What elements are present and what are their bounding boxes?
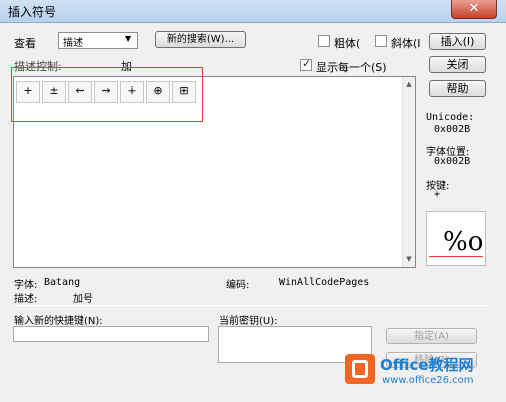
- close-window-button[interactable]: ✕: [451, 0, 497, 19]
- new-search-button[interactable]: 新的搜索(W)...: [155, 31, 246, 48]
- view-label: 查看: [14, 37, 36, 50]
- current-key-label: 当前密钥(U):: [219, 316, 278, 327]
- bold-label: 粗体(: [334, 37, 361, 50]
- encoding-label: 编码:: [226, 280, 250, 291]
- desc-label: 描述:: [14, 294, 38, 305]
- watermark-brand: Office教程网: [380, 356, 474, 374]
- scroll-down-icon[interactable]: ▼: [403, 255, 415, 263]
- title-bar: 插入符号 ✕: [0, 0, 506, 23]
- desc-value: 加号: [73, 294, 93, 305]
- office-logo-mark: [352, 360, 368, 378]
- symbol-preview: %o: [426, 211, 486, 266]
- view-select[interactable]: 描述 ▼: [58, 32, 138, 49]
- unicode-label: Unicode:: [426, 112, 475, 123]
- insert-button[interactable]: 插入(I): [429, 33, 486, 50]
- unicode-value: 0x002B: [434, 124, 471, 135]
- symbol-grid-scrollbar[interactable]: ▲ ▼: [402, 77, 415, 267]
- font-position-value: 0x002B: [434, 156, 471, 167]
- italic-checkbox[interactable]: [375, 35, 387, 47]
- preview-glyph: %o: [443, 227, 484, 257]
- bold-checkbox[interactable]: [318, 35, 330, 47]
- preview-baseline: [429, 256, 483, 257]
- watermark-logo: Office教程网 www.office26.com: [345, 352, 505, 398]
- assign-button[interactable]: 指定(A): [386, 328, 477, 344]
- chevron-down-icon: ▼: [125, 34, 132, 43]
- office-logo-icon: [345, 354, 375, 384]
- new-shortcut-label: 输入新的快捷键(N):: [14, 316, 103, 327]
- italic-label: 斜体(I: [391, 37, 421, 50]
- font-value: Batang: [44, 277, 81, 288]
- close-button[interactable]: 关闭: [429, 56, 486, 73]
- encoding-value: WinAllCodePages: [279, 277, 370, 288]
- font-label: 字体:: [14, 280, 38, 291]
- key-value: +: [434, 189, 441, 200]
- scroll-up-icon[interactable]: ▲: [403, 80, 415, 88]
- divider: [13, 305, 487, 306]
- window-title: 插入符号: [8, 5, 57, 19]
- show-each-label: 显示每一个(S): [316, 61, 387, 74]
- show-each-checkbox[interactable]: [300, 57, 312, 71]
- new-shortcut-input[interactable]: [13, 326, 209, 342]
- view-select-value: 描述: [63, 38, 83, 49]
- highlight-box: [11, 67, 203, 122]
- watermark-url: www.office26.com: [382, 375, 474, 386]
- help-button[interactable]: 帮助: [429, 80, 486, 97]
